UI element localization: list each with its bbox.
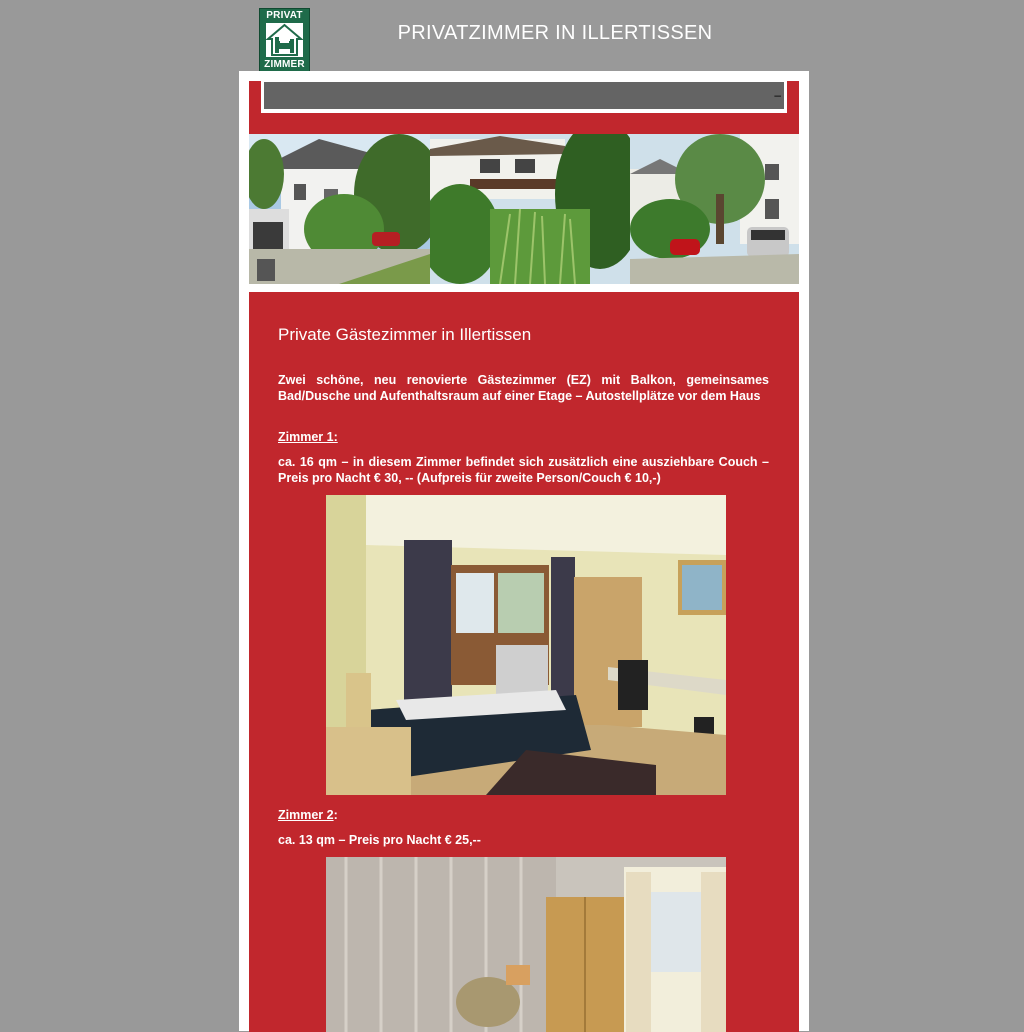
room2-heading: Zimmer 2: — [278, 808, 769, 824]
logo-text-top: PRIVAT — [266, 10, 303, 21]
house-photo-3 — [630, 134, 799, 284]
house-photo-2 — [430, 134, 630, 284]
room1-description: ca. 16 qm – in diesem Zimmer befindet si… — [278, 455, 769, 485]
header-photo-strip — [249, 134, 799, 284]
bed-house-icon — [266, 23, 303, 57]
site-title: PRIVATZIMMER IN ILLERTISSEN — [397, 22, 713, 44]
page-heading: Private Gästezimmer in Illertissen — [278, 325, 532, 344]
privat-zimmer-logo[interactable]: PRIVAT ZIMMER — [259, 8, 310, 72]
house-photo-1 — [249, 134, 430, 284]
nav-bar[interactable]: – — [264, 82, 784, 109]
room2-title: Zimmer 2 — [278, 808, 334, 822]
room1-title: Zimmer 1: — [278, 430, 338, 444]
room2-photo — [326, 857, 726, 1032]
intro-text: Zwei schöne, neu renovierte Gästezimmer … — [278, 373, 769, 403]
top-bar: PRIVAT ZIMMER PRIVATZIMMER IN ILLERTISSE… — [0, 0, 1024, 72]
room2-title-colon: : — [333, 808, 338, 822]
nav-marker: – — [774, 88, 781, 102]
room2-description: ca. 13 qm – Preis pro Nacht € 25,-- — [278, 833, 481, 847]
main-content: Private Gästezimmer in Illertissen Zwei … — [249, 292, 799, 1032]
room1-photo — [326, 495, 726, 795]
logo-text-bottom: ZIMMER — [264, 59, 305, 70]
